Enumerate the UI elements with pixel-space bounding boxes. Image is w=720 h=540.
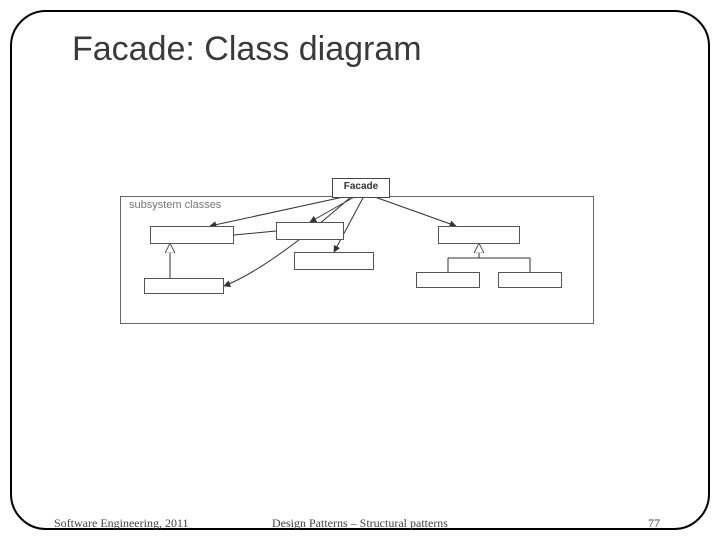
slide-title: Facade: Class diagram xyxy=(72,30,422,69)
facade-class: Facade xyxy=(332,178,390,198)
footer-center: Design Patterns – Structural patterns xyxy=(0,516,720,531)
class-box-c6 xyxy=(416,272,480,288)
class-box-c5 xyxy=(438,226,520,244)
class-box-c3 xyxy=(294,252,374,270)
facade-class-diagram: subsystem classes Facade xyxy=(120,178,594,324)
footer-right: 77 xyxy=(648,516,660,531)
diagram-connectors xyxy=(120,178,594,324)
class-box-c2 xyxy=(276,222,344,240)
slide: Facade: Class diagram subsystem classes … xyxy=(0,0,720,540)
class-box-c4 xyxy=(144,278,224,294)
class-box-c1 xyxy=(150,226,234,244)
class-box-c7 xyxy=(498,272,562,288)
